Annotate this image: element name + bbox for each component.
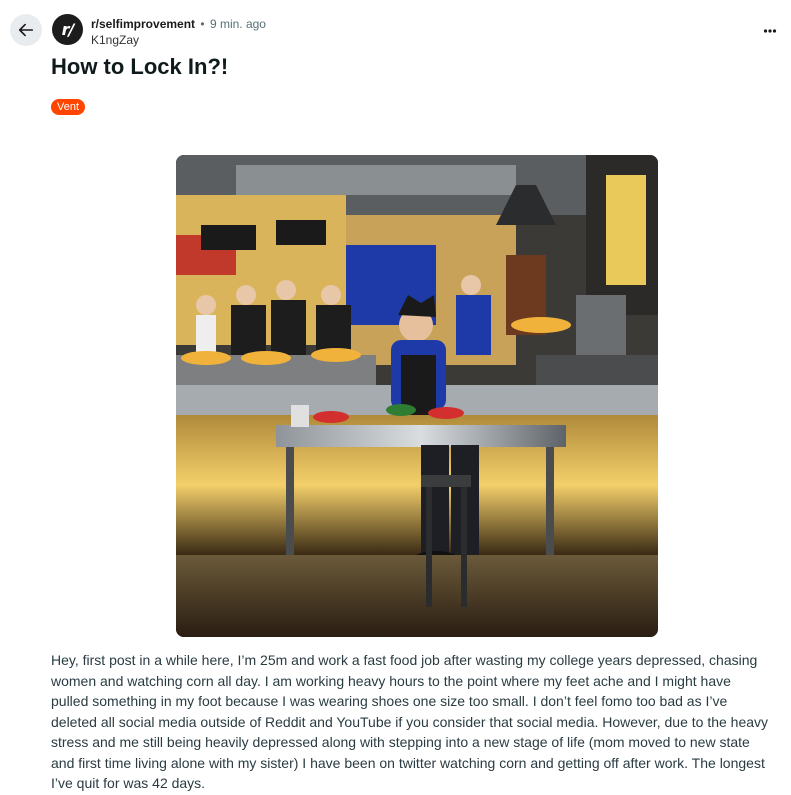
subreddit-avatar[interactable]: r/	[52, 14, 83, 45]
post-body: Hey, first post in a while here, I’m 25m…	[51, 652, 769, 791]
post-title: How to Lock In?!	[51, 54, 229, 79]
post-time: 9 min. ago	[209, 17, 266, 31]
back-button[interactable]	[10, 14, 42, 46]
fast-food-worker-illustration	[176, 155, 658, 637]
more-options-button[interactable]	[759, 20, 781, 42]
subreddit-link[interactable]: r/selfimprovement	[91, 17, 195, 31]
post-flair[interactable]: Vent	[51, 99, 86, 115]
arrow-left-icon	[18, 23, 34, 37]
author-link[interactable]: K1ngZay	[91, 32, 266, 48]
meta-separator: •	[200, 17, 205, 31]
avatar-glyph: r/	[61, 20, 75, 39]
post-image[interactable]	[176, 155, 658, 637]
overflow-menu-icon	[763, 29, 777, 33]
post-meta: r/selfimprovement • 9 min. ago K1ngZay	[91, 16, 266, 48]
